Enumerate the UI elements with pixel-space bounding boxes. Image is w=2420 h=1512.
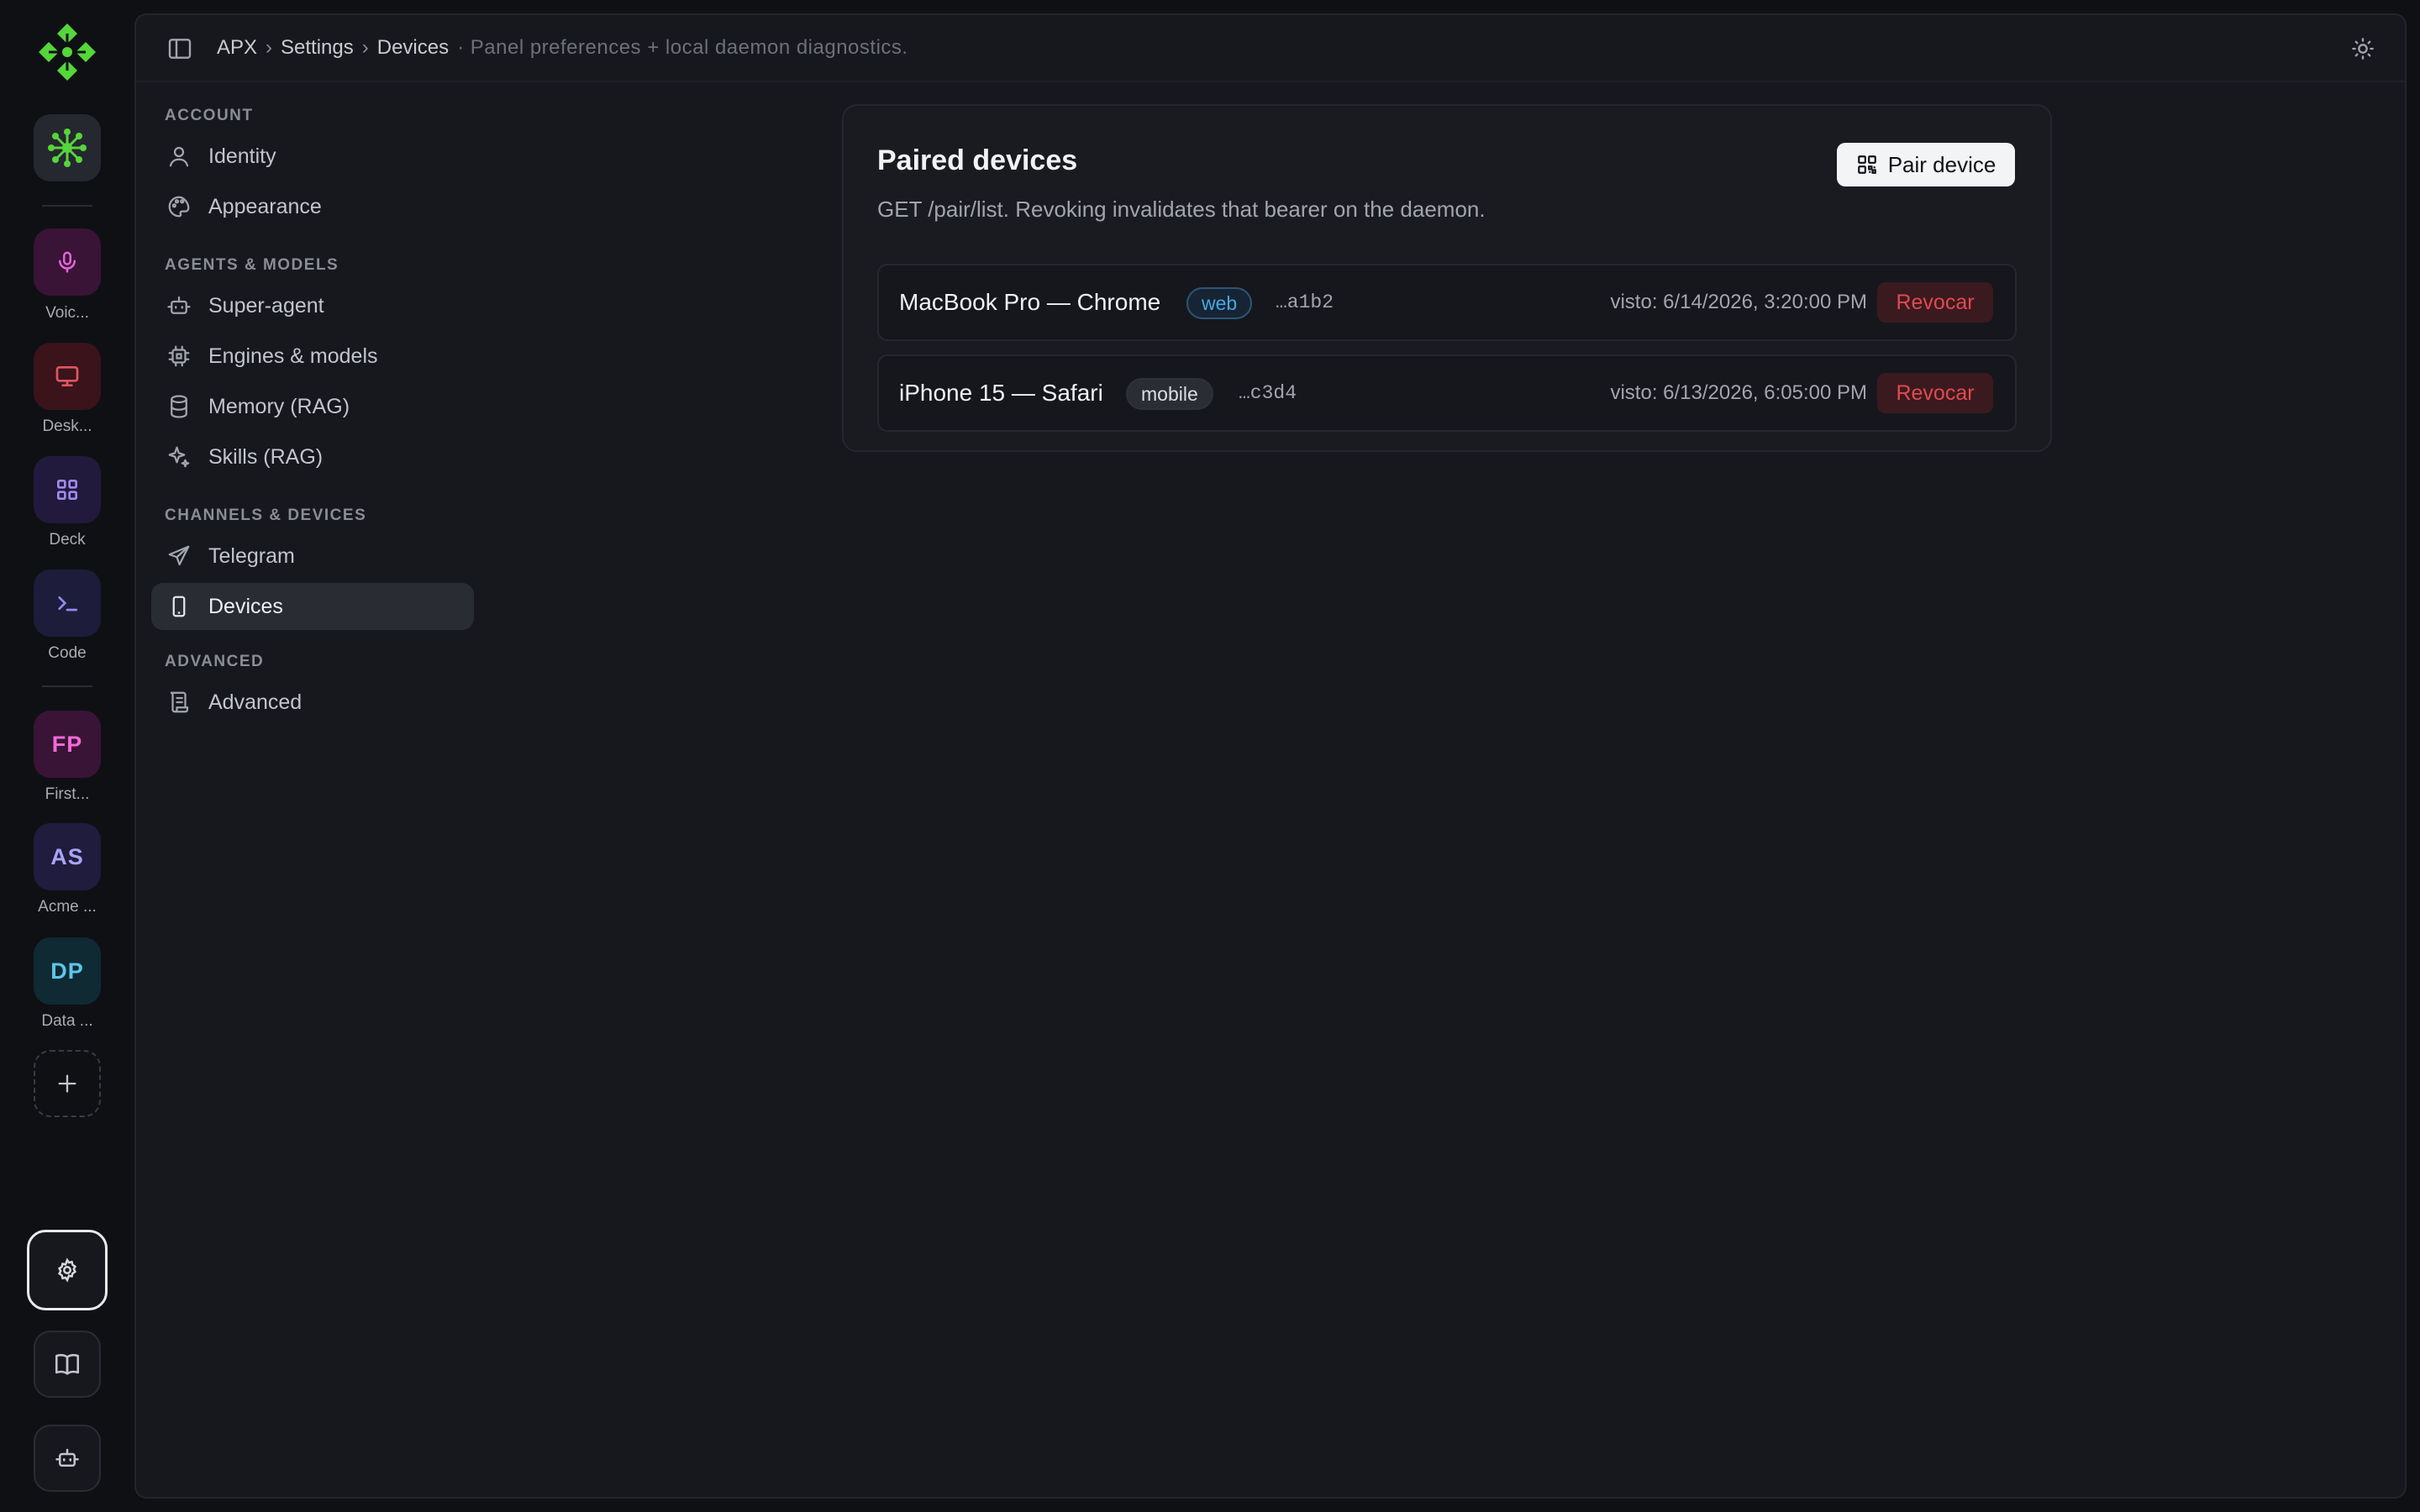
deck-app-label: Deck (49, 531, 86, 549)
nav-item-memory[interactable]: Memory (RAG) (151, 383, 474, 430)
project-label: First... (45, 785, 90, 803)
pair-device-label: Pair device (1887, 151, 1996, 177)
nav-section-channels: CHANNELS & DEVICES (165, 507, 367, 524)
smartphone-icon (172, 596, 186, 617)
database-icon (171, 395, 187, 418)
nav-item-skills[interactable]: Skills (RAG) (151, 433, 474, 480)
top-bar: APX › Settings › Devices · Panel prefere… (136, 15, 2405, 82)
sparkles-icon (168, 446, 190, 468)
nav-item-engines[interactable]: Engines & models (151, 333, 474, 380)
book-icon (55, 1353, 80, 1375)
app-rail: Voic... Desk... Deck Code FP First... AS… (0, 0, 134, 1512)
rail-divider (42, 205, 92, 207)
voice-app-label: Voic... (45, 304, 89, 322)
docs-button[interactable] (34, 1331, 101, 1398)
device-last-seen: visto: 6/13/2026, 6:05:00 PM (1610, 381, 1867, 404)
send-icon (168, 545, 190, 566)
breadcrumb-apx[interactable]: APX (217, 36, 257, 60)
project-initials: AS (50, 843, 84, 869)
pair-device-button[interactable]: Pair device (1837, 143, 2015, 186)
device-row: MacBook Pro — Chrome web …a1b2 visto: 6/… (877, 264, 2017, 341)
device-row: iPhone 15 — Safari mobile …c3d4 visto: 6… (877, 354, 2017, 432)
code-app-button[interactable] (34, 570, 101, 637)
breadcrumb-settings[interactable]: Settings (281, 36, 354, 60)
grid-icon (57, 480, 77, 500)
project-label: Acme ... (38, 898, 97, 916)
monitor-icon (55, 366, 79, 386)
paired-devices-card: Paired devices GET /pair/list. Revoking … (842, 104, 2052, 452)
nav-section-account: ACCOUNT (165, 107, 254, 124)
revoke-button[interactable]: Revocar (1877, 373, 1993, 413)
card-title: Paired devices (877, 144, 1078, 176)
breadcrumb: APX › Settings › Devices · Panel prefere… (217, 15, 908, 81)
page-description: · Panel preferences + local daemon diagn… (457, 36, 908, 59)
device-token: …a1b2 (1276, 291, 1334, 313)
device-type-badge: mobile (1126, 378, 1213, 410)
nav-item-super-agent[interactable]: Super-agent (151, 282, 474, 329)
device-last-seen: visto: 6/14/2026, 3:20:00 PM (1610, 291, 1867, 313)
nav-item-telegram[interactable]: Telegram (151, 533, 474, 580)
breadcrumb-devices: Devices (376, 36, 450, 59)
nav-item-label: Memory (RAG) (208, 394, 350, 418)
sidebar-toggle-icon[interactable] (166, 35, 193, 62)
nav-item-label: Telegram (208, 543, 295, 568)
project-label: Data ... (41, 1012, 93, 1030)
add-project-button[interactable] (34, 1050, 101, 1117)
nav-item-devices[interactable]: Devices (151, 583, 474, 630)
project-initials: FP (51, 731, 83, 757)
deck-app-button[interactable] (34, 456, 101, 523)
breadcrumb-separator: › (361, 36, 369, 59)
card-subtitle: GET /pair/list. Revoking invalidates tha… (877, 197, 1486, 222)
project-initials: DP (50, 958, 84, 984)
nav-section-advanced: ADVANCED (165, 653, 265, 670)
bot-button[interactable] (34, 1425, 101, 1492)
nav-item-label: Identity (208, 144, 276, 168)
network-icon (48, 129, 87, 167)
revoke-button[interactable]: Revocar (1877, 282, 1993, 323)
nav-item-label: Advanced (208, 690, 302, 714)
user-icon (169, 146, 189, 167)
nav-item-identity[interactable]: Identity (151, 133, 474, 180)
desktop-app-button[interactable] (34, 343, 101, 410)
nav-item-appearance[interactable]: Appearance (151, 183, 474, 230)
agents-hub-button[interactable] (34, 114, 101, 181)
code-app-label: Code (48, 644, 87, 662)
device-type-badge: web (1186, 287, 1253, 319)
settings-nav: ACCOUNT Identity Appearance AGENTS & MOD… (151, 104, 474, 726)
nav-item-label: Skills (RAG) (208, 444, 324, 469)
nav-item-label: Appearance (208, 194, 322, 218)
nav-section-agents: AGENTS & MODELS (165, 256, 339, 274)
project-button-as[interactable]: AS (34, 823, 101, 890)
device-name: MacBook Pro — Chrome (899, 289, 1161, 315)
voice-app-button[interactable] (34, 228, 101, 296)
desktop-app-label: Desk... (42, 417, 92, 435)
nav-item-label: Devices (208, 594, 283, 618)
project-button-dp[interactable]: DP (34, 937, 101, 1005)
microphone-icon (59, 251, 76, 273)
gear-icon (57, 1257, 77, 1283)
nav-item-label: Super-agent (208, 293, 324, 318)
device-token: …c3d4 (1239, 382, 1297, 404)
palette-icon (168, 196, 190, 218)
device-name: iPhone 15 — Safari (899, 380, 1103, 406)
main-panel: APX › Settings › Devices · Panel prefere… (134, 13, 2407, 1499)
breadcrumb-separator: › (266, 36, 273, 59)
cpu-icon (168, 345, 190, 367)
qr-code-icon (1857, 155, 1876, 174)
rail-divider (42, 685, 92, 687)
plus-icon (58, 1074, 76, 1093)
terminal-icon (58, 596, 77, 612)
bot-icon (167, 296, 191, 314)
apx-logo-icon[interactable] (34, 18, 101, 86)
project-button-fp[interactable]: FP (34, 711, 101, 778)
nav-item-label: Engines & models (208, 344, 378, 368)
settings-button[interactable] (27, 1230, 108, 1310)
robot-icon (55, 1448, 79, 1467)
nav-item-advanced[interactable]: Advanced (151, 679, 474, 726)
scroll-icon (170, 691, 189, 713)
theme-toggle-sun-icon[interactable] (2351, 37, 2375, 60)
